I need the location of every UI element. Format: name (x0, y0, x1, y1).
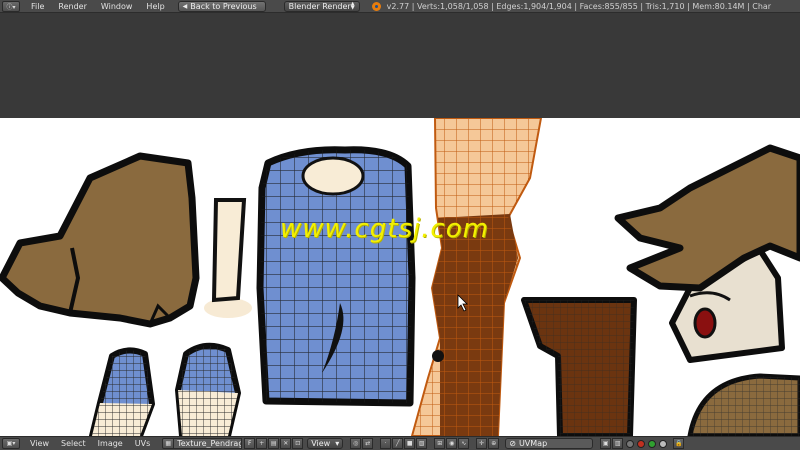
menu-help[interactable]: Help (139, 2, 171, 11)
back-to-previous-label: Back to Previous (190, 1, 257, 11)
snap-target-icon[interactable]: ⊕ (488, 438, 500, 449)
blender-logo-icon (371, 1, 381, 11)
menu-window[interactable]: Window (94, 2, 140, 11)
uv-editor-header: ▣▾ View Select Image UVs ▦ Texture_Pendr… (0, 436, 800, 450)
uv-map-selector[interactable]: ⊘ UVMap (505, 438, 594, 449)
open-image-icon[interactable]: ▤ (268, 438, 280, 449)
view-mode-label: View (311, 439, 331, 448)
back-arrow-icon: ◀ (182, 2, 188, 10)
lock-icon[interactable]: 🔒 (673, 438, 685, 449)
uv-island-boot (521, 297, 637, 436)
unlink-image-icon[interactable]: ✕ (280, 438, 292, 449)
uv-map-label: UVMap (518, 439, 548, 448)
uv-island-sleeve-left (89, 347, 155, 436)
sync-selection-icon[interactable]: ⇄ (362, 438, 374, 449)
channel-red-icon[interactable] (637, 439, 646, 448)
pivot-icon[interactable]: ◎ (350, 438, 362, 449)
fake-user-button[interactable]: F (244, 438, 256, 449)
alpha-channel-icon[interactable]: ▥ (612, 438, 624, 449)
image-browse-icon[interactable]: ▦ (162, 438, 175, 449)
uv-island-torso (256, 146, 416, 407)
menu-view[interactable]: View (24, 439, 55, 448)
face-select-icon[interactable]: ■ (404, 438, 416, 449)
scene-stats: v2.77 | Verts:1,058/1,058 | Edges:1,904/… (386, 1, 772, 11)
uv-map-icon: ⊘ (509, 439, 516, 448)
render-engine-label: Blender Render (288, 1, 351, 11)
sticky-mode-icon[interactable]: ⊞ (434, 438, 446, 449)
uv-texture-canvas (0, 118, 800, 436)
updown-arrows-icon: ▲ ▼ (350, 1, 355, 11)
image-browse-field[interactable]: ▦ Texture_Pendrago... (162, 438, 243, 449)
render-engine-dropdown[interactable]: Blender Render ▲ ▼ (283, 0, 360, 12)
uv-island-legs (410, 118, 543, 436)
top-menu: File Render Window Help (24, 2, 172, 11)
uv-image-editor[interactable]: www.cgtsj.com (0, 118, 800, 436)
3d-viewport[interactable] (0, 13, 800, 118)
menu-uvs[interactable]: UVs (129, 439, 157, 448)
new-image-icon[interactable]: + (256, 438, 268, 449)
uv-island-strip (204, 198, 252, 318)
vertex-select-icon[interactable]: · (380, 438, 392, 449)
island-select-icon[interactable]: ▧ (416, 438, 428, 449)
edge-select-icon[interactable]: ╱ (392, 438, 404, 449)
chevron-down-icon: ▾ (335, 439, 340, 448)
menu-image[interactable]: Image (92, 439, 129, 448)
menu-select[interactable]: Select (55, 439, 92, 448)
back-to-previous-button[interactable]: ◀ Back to Previous (177, 0, 266, 12)
image-editor-icon: ▣▾ (6, 440, 16, 447)
uv-editor-menu: View Select Image UVs (24, 439, 156, 448)
pin-icon[interactable]: ⊡ (292, 438, 304, 449)
image-name-field[interactable]: Texture_Pendrago... (174, 438, 243, 449)
uv-island-head (614, 144, 800, 363)
info-editor-icon: ⓘ▾ (6, 3, 16, 11)
menu-render[interactable]: Render (51, 2, 93, 11)
menu-file[interactable]: File (24, 2, 51, 11)
editor-type-button[interactable]: ▣▾ (2, 438, 20, 449)
uv-island-sleeve-right (175, 342, 241, 436)
channel-green-icon[interactable] (648, 439, 657, 448)
uv-island-cap (687, 373, 800, 436)
channel-white-icon[interactable] (659, 439, 668, 448)
editor-type-button[interactable]: ⓘ▾ (2, 0, 20, 12)
uv-island-hood (0, 152, 200, 328)
snap-icon[interactable]: ✛ (476, 438, 488, 449)
info-header: ⓘ▾ File Render Window Help ◀ Back to Pre… (0, 0, 800, 13)
watermark-text: www.cgtsj.com (280, 214, 489, 244)
falloff-icon[interactable]: ∿ (458, 438, 470, 449)
display-channels-icon[interactable]: ▣ (600, 438, 612, 449)
channel-gray-icon[interactable] (626, 439, 635, 448)
view-mode-dropdown[interactable]: View ▾ (307, 438, 344, 449)
proportional-edit-icon[interactable]: ◉ (446, 438, 458, 449)
